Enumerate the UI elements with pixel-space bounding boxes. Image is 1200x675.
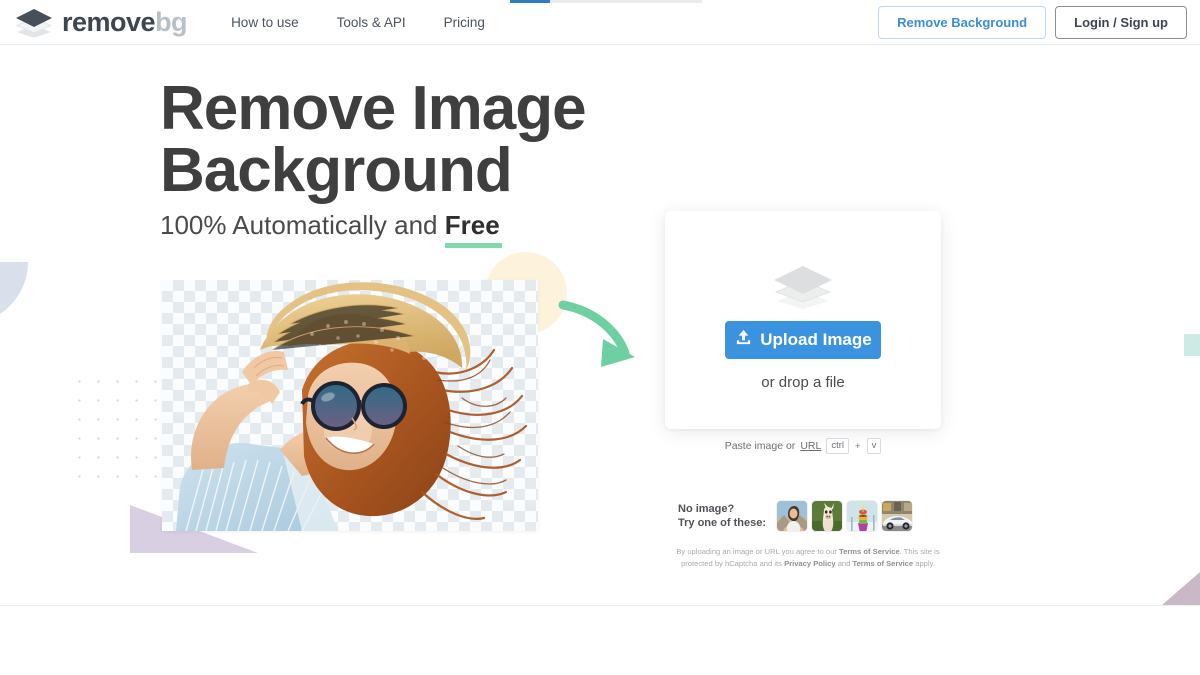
decorative-teal-square [1184,334,1200,356]
sample-thumbnail-list [776,500,914,532]
sample-thumbnail-woman[interactable] [776,500,809,532]
legal-part-3: and [835,558,853,568]
hero-title-line-2: Background [160,136,513,205]
sample-thumbnail-product[interactable] [846,500,879,532]
terms-of-service-link-1[interactable]: Terms of Service [839,547,900,556]
paste-image-row: Paste image or URL ctrl + v [665,438,941,454]
upload-image-label: Upload Image [760,330,872,349]
brand-wordmark: removebg [62,6,188,37]
key-v: v [866,438,882,454]
nav-item-pricing[interactable]: Pricing [444,15,485,30]
decorative-dot-grid [70,372,160,484]
hero-subtitle-prefix: 100% Automatically and [160,210,445,240]
section-divider [0,605,1200,606]
remove-background-button[interactable]: Remove Background [878,6,1047,39]
sample-thumbnail-llama[interactable] [811,500,844,532]
hero-title-line-1: Remove Image [160,74,587,143]
hero-cutout-illustration [176,282,528,531]
sample-thumbnail-car[interactable] [881,500,914,532]
decorative-quarter-circle [0,262,28,324]
brand-name-light: bg [155,6,188,37]
sample-label-line-2: Try one of these: [678,517,767,529]
brand-name-bold: remove [62,6,156,37]
upload-dropzone-card[interactable]: Upload Image or drop a file [665,211,941,429]
sample-label-line-1: No image? [678,503,735,515]
green-arrow-icon [555,295,643,380]
hero-subtitle-highlight: Free [444,210,500,240]
site-header: removebg How to use Tools & API Pricing … [0,0,1200,45]
upload-icon [734,328,753,352]
terms-of-service-link-2[interactable]: Terms of Service [852,559,913,568]
nav-item-how-to-use[interactable]: How to use [231,15,299,30]
hero-subtitle: 100% Automatically and Free [160,210,500,241]
privacy-policy-link[interactable]: Privacy Policy [784,559,836,568]
nav-item-tools-api[interactable]: Tools & API [337,15,406,30]
page-load-progress-fill [510,0,550,3]
sample-images-section: No image? Try one of these: [678,500,914,532]
key-plus: + [855,440,861,452]
key-ctrl: ctrl [826,438,849,454]
drop-file-hint: or drop a file [761,374,845,391]
login-signup-button[interactable]: Login / Sign up [1055,6,1187,39]
paste-url-link[interactable]: URL [800,440,821,452]
brand-logo[interactable]: removebg [12,6,188,38]
header-actions: Remove Background Login / Sign up [878,6,1187,39]
page-load-progress-bar [510,0,702,3]
main-navigation: How to use Tools & API Pricing [231,15,485,30]
legal-part-1: By uploading an image or URL you agree t… [676,547,840,556]
layers-icon [12,7,56,38]
sample-images-label: No image? Try one of these: [678,502,766,530]
paste-hint-text: Paste image or [724,440,796,452]
legal-part-4: apply. [913,558,935,568]
layers-icon [770,263,836,316]
upload-image-button[interactable]: Upload Image [725,321,881,359]
legal-disclaimer: By uploading an image or URL you agree t… [662,546,954,569]
decorative-mauve-triangle [1162,572,1200,605]
hero-example-image [162,280,538,531]
page-title: Remove Image Background [160,78,720,202]
